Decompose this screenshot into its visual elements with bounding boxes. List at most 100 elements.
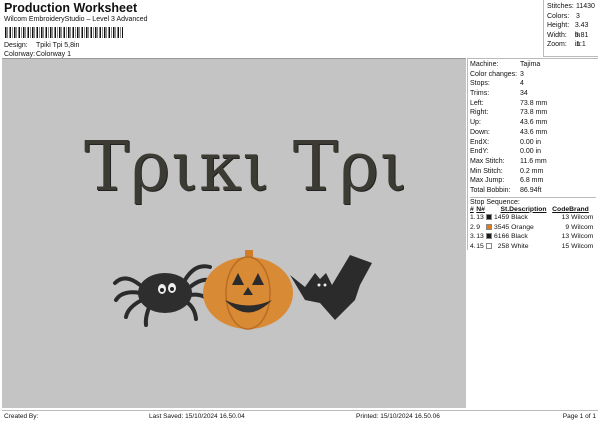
page-title: Production Worksheet	[4, 1, 138, 15]
column-header: Code	[552, 205, 570, 213]
info-key: Max Jump:	[470, 177, 505, 185]
info-row: EndX: 0.00 in	[470, 138, 596, 148]
info-row: Width: 5.81 in	[547, 31, 595, 49]
needle-number: 13	[476, 213, 484, 221]
color-description: Black	[511, 213, 528, 221]
info-row: Max Jump: 6.8 mm	[470, 176, 596, 186]
needle-number: 13	[476, 233, 484, 241]
info-key: Zoom:	[547, 41, 567, 49]
table-row: 4. 15 258 White 15 Wilcom	[470, 241, 596, 251]
info-row: Height: 3.43 in	[547, 21, 595, 39]
info-row: Machine: Tajima	[470, 60, 596, 70]
created-by: Created By:	[4, 413, 39, 420]
color-code: 9	[565, 223, 570, 231]
info-key: EndX:	[470, 138, 490, 146]
info-value: 43.6 mm	[520, 128, 548, 136]
info-value: 3	[520, 70, 524, 78]
info-value: 11430	[576, 3, 595, 10]
info-value: 86.94ft	[520, 186, 542, 194]
info-row: Color changes: 3	[470, 70, 596, 80]
info-key: Max Stitch:	[470, 157, 505, 165]
info-value: 5.81 in	[574, 31, 589, 49]
stitch-count: 3545	[494, 223, 510, 231]
color-swatch	[485, 213, 493, 223]
info-value: 11.6 mm	[520, 157, 547, 165]
column-header: Brand	[569, 205, 589, 213]
info-key: EndY:	[470, 148, 489, 156]
info-row: Min Stitch: 0.2 mm	[470, 167, 596, 177]
info-value: 34	[520, 90, 528, 98]
info-key: Left:	[470, 99, 484, 107]
stats-box: Stitches: 11430 Colors: 3 Height: 3.43 in Widt…	[543, 0, 598, 57]
info-key: Stitches:	[547, 3, 574, 10]
info-row: Zoom: 1:1	[547, 40, 595, 50]
info-row: Max Stitch: 11.6 mm	[470, 157, 596, 167]
barcode	[5, 27, 123, 38]
stop-sequence-title: Stop Sequence:	[470, 198, 520, 206]
info-value: 4	[520, 80, 524, 88]
design-label: Design:	[4, 42, 28, 49]
info-value: 1:1	[576, 41, 586, 49]
column-header: St.	[500, 205, 510, 213]
info-value: 73.8 mm	[520, 109, 548, 117]
info-key: Machine:	[470, 61, 499, 68]
brand: Wilcom	[571, 242, 594, 250]
info-value: 3	[576, 12, 580, 20]
brand: Wilcom	[571, 213, 594, 221]
colorway-value: Colorway 1	[36, 51, 72, 58]
info-row: Total Bobbin: 86.94ft	[470, 186, 596, 196]
info-key: Total Bobbin:	[470, 186, 511, 194]
design-lettering: Τρικι Τρι	[84, 128, 408, 207]
info-key: Right:	[470, 109, 489, 117]
design-value: Tpiki Tpi 5,8in	[36, 42, 80, 49]
color-description: Orange	[511, 223, 534, 231]
table-row: 3. 13 6166 Black 13 Wilcom	[470, 232, 596, 242]
color-code: 13	[561, 233, 570, 241]
info-row: Stops: 4	[470, 79, 596, 89]
table-row: 1. 13 1459 Black 13 Wilcom	[470, 213, 596, 223]
stitch-count: 1459	[494, 213, 510, 221]
color-swatch	[485, 222, 493, 232]
machine-info-panel: Machine: Tajima Color changes: 3 Stops: 4 Trim…	[467, 58, 598, 250]
page-number: Page 1 of 1	[562, 413, 596, 420]
brand: Wilcom	[571, 233, 594, 241]
bat-icon	[290, 255, 372, 320]
color-code: 15	[561, 242, 570, 250]
info-row: Left: 73.8 mm	[470, 99, 596, 109]
column-header: N#	[476, 205, 485, 213]
color-swatch	[485, 232, 493, 242]
pumpkin-icon	[203, 250, 293, 330]
footer: Created By: Last Saved: 15/10/2024 16.50…	[2, 410, 598, 422]
stitch-count: 258	[497, 242, 510, 250]
info-key: Color changes:	[470, 70, 518, 78]
color-code: 13	[561, 213, 570, 221]
needle-number: 9	[476, 223, 481, 231]
color-swatch	[485, 241, 493, 251]
info-value: 6.8 mm	[520, 177, 544, 185]
halloween-artwork	[113, 250, 372, 330]
info-value: 0.00 in	[520, 138, 542, 146]
colorway-label: Colorway:	[4, 51, 36, 58]
stitch-count: 6166	[494, 233, 510, 241]
info-row: Up: 43.6 mm	[470, 118, 596, 128]
table-row: 2. 9 3545 Orange 9 Wilcom	[470, 222, 596, 232]
info-key: Width:	[547, 31, 567, 39]
info-value: Tajima	[520, 61, 541, 68]
info-key: Min Stitch:	[470, 167, 503, 175]
info-value: 0.2 mm	[520, 167, 544, 175]
stop-sequence-table: # N# St. Description Code Brand 1. 13 1459 Black…	[470, 206, 596, 251]
column-header: Description	[509, 205, 547, 213]
info-key: Stops:	[470, 80, 490, 88]
color-description: White	[511, 242, 529, 250]
design-preview	[2, 58, 466, 408]
last-saved: Last Saved: 15/10/2024 16.50.04	[149, 413, 245, 420]
software-name: Wilcom EmbroideryStudio – Level 3 Advanc…	[4, 16, 148, 23]
info-value: 0.00 in	[520, 148, 542, 156]
stop-sequence: Stop Sequence: # N# St. Description Code Bran…	[470, 196, 596, 251]
printed-date: Printed: 15/10/2024 16.50.06	[356, 413, 440, 420]
info-row: Colors: 3	[547, 12, 595, 22]
info-value: 73.8 mm	[520, 99, 548, 107]
info-row: Trims: 34	[470, 89, 596, 99]
info-key: Down:	[470, 128, 490, 136]
info-key: Colors:	[547, 12, 570, 20]
